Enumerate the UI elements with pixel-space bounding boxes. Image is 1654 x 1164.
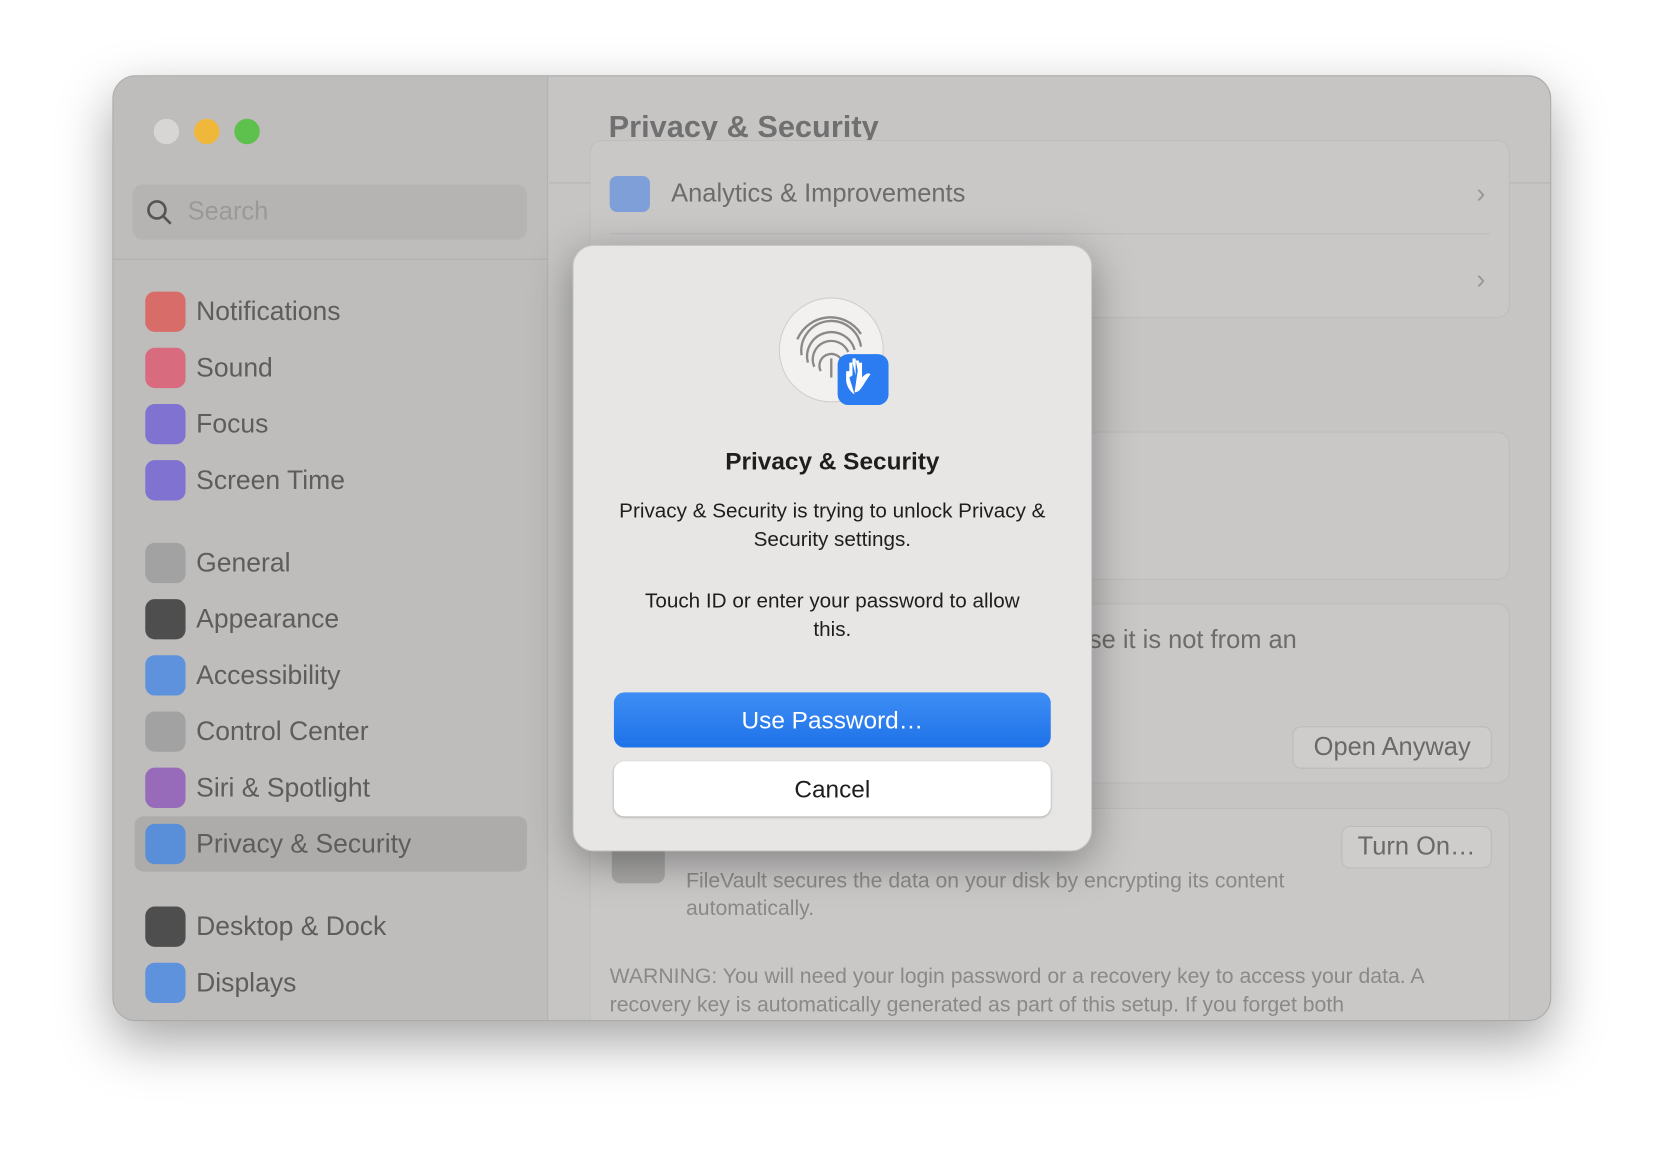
cancel-button[interactable]: Cancel — [613, 761, 1051, 817]
warning-text: WARNING: You will need your login passwo… — [609, 964, 1424, 1017]
sidebar-item-label: Siri & Spotlight — [196, 772, 371, 803]
bell-icon — [145, 291, 186, 332]
sun-icon — [145, 962, 186, 1004]
sidebar-item-notifications[interactable]: Notifications — [135, 284, 527, 339]
chevron-right-icon[interactable]: › — [1476, 263, 1485, 296]
sidebar-item-label: Sound — [196, 352, 273, 383]
sidebar-item-label: Displays — [196, 967, 297, 998]
minimize-button[interactable] — [194, 118, 220, 145]
toggles-icon — [145, 711, 186, 752]
sidebar-item-siri-spotlight[interactable]: Siri & Spotlight — [135, 760, 527, 815]
siri-icon — [145, 767, 186, 808]
sidebar-item-general[interactable]: General — [135, 535, 527, 590]
sidebar-item-screen-time[interactable]: Screen Time — [135, 453, 527, 508]
sidebar-item-label: Appearance — [196, 603, 340, 634]
zoom-button[interactable] — [234, 118, 260, 145]
hand-icon — [145, 823, 186, 865]
chevron-right-icon[interactable]: › — [1476, 177, 1485, 210]
moon-icon — [145, 403, 186, 445]
sidebar: Search Notifications Sound Focus Screen Tim… — [113, 76, 549, 1021]
dialog-title: Privacy & Security — [725, 447, 940, 476]
filevault-description: FileVault secures the data on your disk … — [686, 869, 1285, 921]
sidebar-item-label: Notifications — [196, 296, 341, 327]
sidebar-item-label: Privacy & Security — [196, 828, 412, 859]
divider — [113, 258, 549, 260]
search-input[interactable]: Search — [132, 184, 527, 240]
security-text: se it is not from an — [1088, 625, 1297, 655]
hourglass-icon — [145, 460, 186, 501]
sidebar-item-sound[interactable]: Sound — [135, 340, 527, 395]
sidebar-item-desktop-dock[interactable]: Desktop & Dock — [135, 899, 527, 954]
dock-icon — [145, 906, 186, 947]
open-anyway-button[interactable]: Open Anyway — [1292, 726, 1492, 769]
analytics-row[interactable]: Analytics & Improvements — [671, 179, 965, 209]
dialog-prompt: Touch ID or enter your password to allow… — [645, 589, 1020, 642]
sidebar-item-label: Accessibility — [196, 660, 341, 690]
accessibility-icon — [145, 655, 186, 696]
sidebar-item-label: Screen Time — [196, 464, 345, 495]
appearance-icon — [145, 599, 186, 640]
close-button[interactable] — [153, 118, 180, 145]
sidebar-item-focus[interactable]: Focus — [135, 397, 527, 452]
analytics-icon — [609, 176, 650, 213]
sidebar-item-appearance[interactable]: Appearance — [135, 592, 527, 647]
sidebar-item-control-center[interactable]: Control Center — [135, 704, 527, 759]
search-icon — [147, 200, 172, 225]
turn-on-button[interactable]: Turn On… — [1341, 825, 1492, 869]
sidebar-item-accessibility[interactable]: Accessibility — [135, 648, 527, 703]
sidebar-item-label: Focus — [196, 408, 269, 439]
sidebar-item-label: Desktop & Dock — [196, 911, 387, 942]
search-placeholder: Search — [187, 197, 269, 226]
sidebar-item-privacy-security[interactable]: Privacy & Security — [134, 816, 527, 872]
use-password-button[interactable]: Use Password… — [613, 692, 1051, 748]
sidebar-item-label: General — [196, 547, 291, 578]
auth-dialog: Privacy & Security Privacy & Security is… — [572, 244, 1093, 852]
sidebar-item-displays[interactable]: Displays — [135, 955, 527, 1010]
sidebar-item-label: Control Center — [196, 716, 369, 746]
gear-icon — [145, 542, 186, 584]
dialog-message: Privacy & Security is trying to unlock P… — [619, 499, 1046, 552]
touch-id-hand-icon — [778, 297, 889, 406]
speaker-icon — [145, 347, 186, 389]
